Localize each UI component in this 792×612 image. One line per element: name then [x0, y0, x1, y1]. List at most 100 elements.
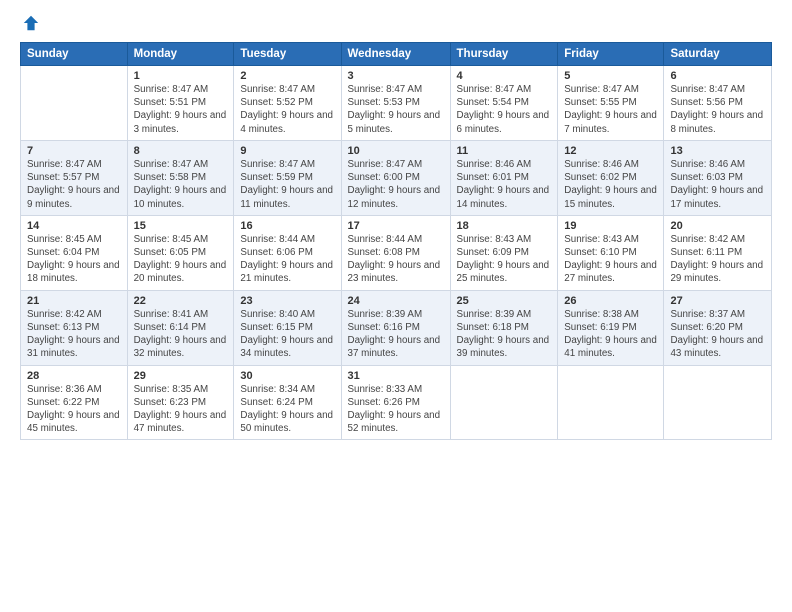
daylight: Daylight: 9 hours and 37 minutes. [348, 335, 441, 359]
day-info: Sunrise: 8:42 AM Sunset: 6:11 PM Dayligh… [670, 233, 765, 286]
sunrise: Sunrise: 8:46 AM [670, 159, 745, 170]
sunset: Sunset: 6:09 PM [457, 247, 529, 258]
sunrise: Sunrise: 8:44 AM [348, 234, 423, 245]
sunset: Sunset: 6:26 PM [348, 397, 420, 408]
sunrise: Sunrise: 8:45 AM [134, 234, 209, 245]
sunrise: Sunrise: 8:47 AM [670, 84, 745, 95]
calendar-cell: 17 Sunrise: 8:44 AM Sunset: 6:08 PM Dayl… [341, 215, 450, 290]
logo-icon [22, 14, 40, 32]
calendar-cell: 11 Sunrise: 8:46 AM Sunset: 6:01 PM Dayl… [450, 140, 558, 215]
calendar-table: Sunday Monday Tuesday Wednesday Thursday… [20, 42, 772, 440]
calendar-cell: 26 Sunrise: 8:38 AM Sunset: 6:19 PM Dayl… [558, 290, 664, 365]
day-number: 8 [134, 145, 228, 157]
daylight: Daylight: 9 hours and 7 minutes. [564, 110, 657, 134]
daylight: Daylight: 9 hours and 11 minutes. [240, 185, 333, 209]
sunrise: Sunrise: 8:39 AM [348, 309, 423, 320]
sunrise: Sunrise: 8:47 AM [240, 84, 315, 95]
header [20, 18, 772, 32]
sunset: Sunset: 5:56 PM [670, 97, 742, 108]
day-number: 18 [457, 220, 552, 232]
sunrise: Sunrise: 8:40 AM [240, 309, 315, 320]
day-info: Sunrise: 8:44 AM Sunset: 6:08 PM Dayligh… [348, 233, 444, 286]
sunrise: Sunrise: 8:44 AM [240, 234, 315, 245]
daylight: Daylight: 9 hours and 47 minutes. [134, 410, 227, 434]
calendar-cell: 29 Sunrise: 8:35 AM Sunset: 6:23 PM Dayl… [127, 365, 234, 440]
daylight: Daylight: 9 hours and 23 minutes. [348, 260, 441, 284]
day-info: Sunrise: 8:38 AM Sunset: 6:19 PM Dayligh… [564, 308, 657, 361]
day-info: Sunrise: 8:39 AM Sunset: 6:18 PM Dayligh… [457, 308, 552, 361]
day-info: Sunrise: 8:47 AM Sunset: 5:51 PM Dayligh… [134, 83, 228, 136]
day-info: Sunrise: 8:33 AM Sunset: 6:26 PM Dayligh… [348, 383, 444, 436]
sunset: Sunset: 6:23 PM [134, 397, 206, 408]
day-number: 12 [564, 145, 657, 157]
calendar-cell: 22 Sunrise: 8:41 AM Sunset: 6:14 PM Dayl… [127, 290, 234, 365]
daylight: Daylight: 9 hours and 21 minutes. [240, 260, 333, 284]
calendar-cell: 5 Sunrise: 8:47 AM Sunset: 5:55 PM Dayli… [558, 66, 664, 141]
day-info: Sunrise: 8:47 AM Sunset: 5:56 PM Dayligh… [670, 83, 765, 136]
day-number: 21 [27, 295, 121, 307]
calendar-cell: 12 Sunrise: 8:46 AM Sunset: 6:02 PM Dayl… [558, 140, 664, 215]
day-number: 3 [348, 70, 444, 82]
calendar-cell: 3 Sunrise: 8:47 AM Sunset: 5:53 PM Dayli… [341, 66, 450, 141]
calendar-cell: 6 Sunrise: 8:47 AM Sunset: 5:56 PM Dayli… [664, 66, 772, 141]
day-number: 1 [134, 70, 228, 82]
sunset: Sunset: 6:01 PM [457, 172, 529, 183]
sunrise: Sunrise: 8:45 AM [27, 234, 102, 245]
day-number: 27 [670, 295, 765, 307]
sunset: Sunset: 5:51 PM [134, 97, 206, 108]
daylight: Daylight: 9 hours and 18 minutes. [27, 260, 120, 284]
sunrise: Sunrise: 8:47 AM [134, 84, 209, 95]
calendar-cell: 1 Sunrise: 8:47 AM Sunset: 5:51 PM Dayli… [127, 66, 234, 141]
daylight: Daylight: 9 hours and 9 minutes. [27, 185, 120, 209]
day-info: Sunrise: 8:45 AM Sunset: 6:04 PM Dayligh… [27, 233, 121, 286]
sunset: Sunset: 6:13 PM [27, 322, 99, 333]
sunrise: Sunrise: 8:35 AM [134, 384, 209, 395]
day-info: Sunrise: 8:47 AM Sunset: 6:00 PM Dayligh… [348, 158, 444, 211]
sunrise: Sunrise: 8:46 AM [457, 159, 532, 170]
day-number: 6 [670, 70, 765, 82]
day-number: 11 [457, 145, 552, 157]
sunrise: Sunrise: 8:47 AM [457, 84, 532, 95]
calendar-cell [450, 365, 558, 440]
sunset: Sunset: 6:06 PM [240, 247, 312, 258]
day-number: 17 [348, 220, 444, 232]
daylight: Daylight: 9 hours and 12 minutes. [348, 185, 441, 209]
daylight: Daylight: 9 hours and 20 minutes. [134, 260, 227, 284]
day-info: Sunrise: 8:47 AM Sunset: 5:58 PM Dayligh… [134, 158, 228, 211]
daylight: Daylight: 9 hours and 39 minutes. [457, 335, 550, 359]
sunset: Sunset: 6:24 PM [240, 397, 312, 408]
daylight: Daylight: 9 hours and 32 minutes. [134, 335, 227, 359]
daylight: Daylight: 9 hours and 8 minutes. [670, 110, 763, 134]
sunrise: Sunrise: 8:47 AM [348, 159, 423, 170]
calendar-cell: 24 Sunrise: 8:39 AM Sunset: 6:16 PM Dayl… [341, 290, 450, 365]
day-info: Sunrise: 8:40 AM Sunset: 6:15 PM Dayligh… [240, 308, 334, 361]
day-number: 5 [564, 70, 657, 82]
sunrise: Sunrise: 8:33 AM [348, 384, 423, 395]
calendar-cell: 13 Sunrise: 8:46 AM Sunset: 6:03 PM Dayl… [664, 140, 772, 215]
calendar-cell: 4 Sunrise: 8:47 AM Sunset: 5:54 PM Dayli… [450, 66, 558, 141]
sunrise: Sunrise: 8:39 AM [457, 309, 532, 320]
calendar-cell: 23 Sunrise: 8:40 AM Sunset: 6:15 PM Dayl… [234, 290, 341, 365]
calendar-cell: 16 Sunrise: 8:44 AM Sunset: 6:06 PM Dayl… [234, 215, 341, 290]
sunset: Sunset: 6:20 PM [670, 322, 742, 333]
day-info: Sunrise: 8:34 AM Sunset: 6:24 PM Dayligh… [240, 383, 334, 436]
day-info: Sunrise: 8:42 AM Sunset: 6:13 PM Dayligh… [27, 308, 121, 361]
sunset: Sunset: 5:58 PM [134, 172, 206, 183]
sunset: Sunset: 6:15 PM [240, 322, 312, 333]
sunrise: Sunrise: 8:34 AM [240, 384, 315, 395]
day-info: Sunrise: 8:47 AM Sunset: 5:57 PM Dayligh… [27, 158, 121, 211]
day-info: Sunrise: 8:35 AM Sunset: 6:23 PM Dayligh… [134, 383, 228, 436]
day-number: 10 [348, 145, 444, 157]
sunset: Sunset: 6:22 PM [27, 397, 99, 408]
daylight: Daylight: 9 hours and 41 minutes. [564, 335, 657, 359]
sunrise: Sunrise: 8:38 AM [564, 309, 639, 320]
sunset: Sunset: 6:14 PM [134, 322, 206, 333]
day-number: 2 [240, 70, 334, 82]
calendar-cell [664, 365, 772, 440]
calendar-cell: 14 Sunrise: 8:45 AM Sunset: 6:04 PM Dayl… [21, 215, 128, 290]
sunset: Sunset: 6:04 PM [27, 247, 99, 258]
sunset: Sunset: 6:10 PM [564, 247, 636, 258]
sunrise: Sunrise: 8:42 AM [27, 309, 102, 320]
daylight: Daylight: 9 hours and 25 minutes. [457, 260, 550, 284]
day-info: Sunrise: 8:47 AM Sunset: 5:59 PM Dayligh… [240, 158, 334, 211]
